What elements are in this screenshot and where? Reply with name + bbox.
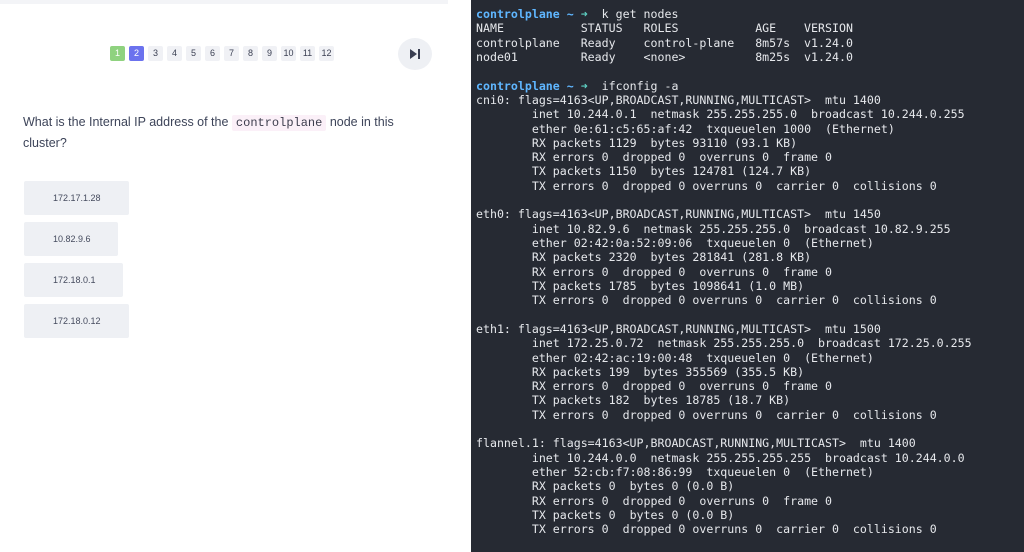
answer-option-4[interactable]: 172.18.0.12: [24, 304, 129, 338]
page-button-3[interactable]: 3: [148, 46, 163, 61]
interface-line: inet 10.244.0.0 netmask 255.255.255.255 …: [531, 450, 965, 465]
interface-header-eth0: eth0: flags=4163<UP,BROADCAST,RUNNING,MU…: [476, 207, 881, 222]
interface-line: ether 02:42:ac:19:00:48 txqueuelen 0 (Et…: [531, 350, 874, 365]
question-pager: 1 2 3 4 5 6 7 8 9 10 11 12: [110, 46, 334, 61]
prompt-host: controlplane: [476, 78, 560, 93]
interface-line: RX errors 0 dropped 0 overruns 0 frame 0: [531, 379, 832, 394]
interface-line: RX errors 0 dropped 0 overruns 0 frame 0: [531, 264, 832, 279]
answer-option-3[interactable]: 172.18.0.1: [24, 263, 123, 297]
command-2: ifconfig -a: [601, 78, 679, 93]
interface-header-cni0: cni0: flags=4163<UP,BROADCAST,RUNNING,MU…: [476, 92, 881, 107]
interface-line: ether 02:42:0a:52:09:06 txqueuelen 0 (Et…: [531, 236, 874, 250]
page-button-1[interactable]: 1: [110, 46, 125, 61]
terminal[interactable]: controlplane ~ ➜ k get nodes NAME STATUS…: [471, 0, 1024, 552]
page-button-12[interactable]: 12: [319, 46, 334, 61]
interface-line: TX packets 0 bytes 0 (0.0 B): [531, 507, 735, 522]
interface-line: RX packets 2320 bytes 281841 (281.8 KB): [531, 250, 812, 265]
prompt-arrow: ➜: [580, 7, 588, 21]
page-button-10[interactable]: 10: [281, 46, 296, 61]
prompt-dir: ~: [566, 78, 574, 93]
interface-line: inet 10.244.0.1 netmask 255.255.255.0 br…: [531, 107, 965, 122]
page-button-7[interactable]: 7: [224, 46, 239, 61]
page-button-2[interactable]: 2: [129, 46, 144, 61]
page-button-9[interactable]: 9: [262, 46, 277, 61]
interface-line: TX errors 0 dropped 0 overruns 0 carrier…: [531, 293, 937, 308]
question-text: What is the Internal IP address of the c…: [23, 112, 423, 153]
interface-header-eth1: eth1: flags=4163<UP,BROADCAST,RUNNING,MU…: [476, 321, 881, 336]
page-button-5[interactable]: 5: [186, 46, 201, 61]
interface-line: TX packets 182 bytes 18785 (18.7 KB): [531, 393, 791, 408]
answer-option-1[interactable]: 172.17.1.28: [24, 181, 129, 215]
interface-line: RX errors 0 dropped 0 overruns 0 frame 0: [531, 150, 832, 165]
interface-line: TX errors 0 dropped 0 overruns 0 carrier…: [531, 522, 937, 537]
nodes-header: NAME STATUS ROLES AGE VERSION: [476, 21, 853, 36]
answer-option-2[interactable]: 10.82.9.6: [24, 222, 118, 256]
skip-button[interactable]: [398, 38, 432, 70]
skip-to-end-icon: [410, 49, 420, 59]
interface-line: RX packets 1129 bytes 93110 (93.1 KB): [531, 135, 798, 150]
interface-line: ether 52:cb:f7:08:86:99 txqueuelen 0 (Et…: [531, 465, 874, 479]
interface-line: TX errors 0 dropped 0 overruns 0 carrier…: [531, 178, 937, 193]
node-row: controlplane Ready control-plane 8m57s v…: [476, 35, 853, 50]
interface-line: ether 0e:61:c5:65:af:42 txqueuelen 1000 …: [531, 121, 895, 136]
question-before: What is the Internal IP address of the: [23, 115, 232, 129]
page-button-4[interactable]: 4: [167, 46, 182, 61]
page-button-11[interactable]: 11: [300, 46, 315, 61]
prompt-dir: ~: [566, 7, 574, 21]
question-code: controlplane: [231, 115, 327, 131]
quiz-panel: 1 2 3 4 5 6 7 8 9 10 11 12 What is the I…: [0, 0, 471, 552]
node-row: node01 Ready <none> 8m25s v1.24.0: [476, 49, 853, 64]
page-button-8[interactable]: 8: [243, 46, 258, 61]
interface-line: RX packets 199 bytes 355569 (355.5 KB): [531, 364, 805, 379]
prompt-arrow: ➜: [580, 78, 588, 93]
page-button-6[interactable]: 6: [205, 46, 220, 61]
interface-line: TX packets 1785 bytes 1098641 (1.0 MB): [531, 278, 805, 293]
command-1: k get nodes: [601, 7, 679, 21]
interface-line: RX packets 0 bytes 0 (0.0 B): [531, 479, 735, 494]
terminal-output: controlplane ~ ➜ k get nodes NAME STATUS…: [476, 7, 972, 537]
interface-line: inet 172.25.0.72 netmask 255.255.255.0 b…: [531, 336, 972, 351]
top-strip: [0, 0, 448, 4]
interface-line: RX errors 0 dropped 0 overruns 0 frame 0: [531, 493, 832, 508]
interface-header-flannel: flannel.1: flags=4163<UP,BROADCAST,RUNNI…: [476, 436, 916, 451]
interface-line: TX packets 1150 bytes 124781 (124.7 KB): [531, 164, 812, 179]
prompt-host: controlplane: [476, 7, 560, 21]
interface-line: TX errors 0 dropped 0 overruns 0 carrier…: [531, 407, 937, 422]
interface-line: inet 10.82.9.6 netmask 255.255.255.0 bro…: [531, 221, 951, 236]
